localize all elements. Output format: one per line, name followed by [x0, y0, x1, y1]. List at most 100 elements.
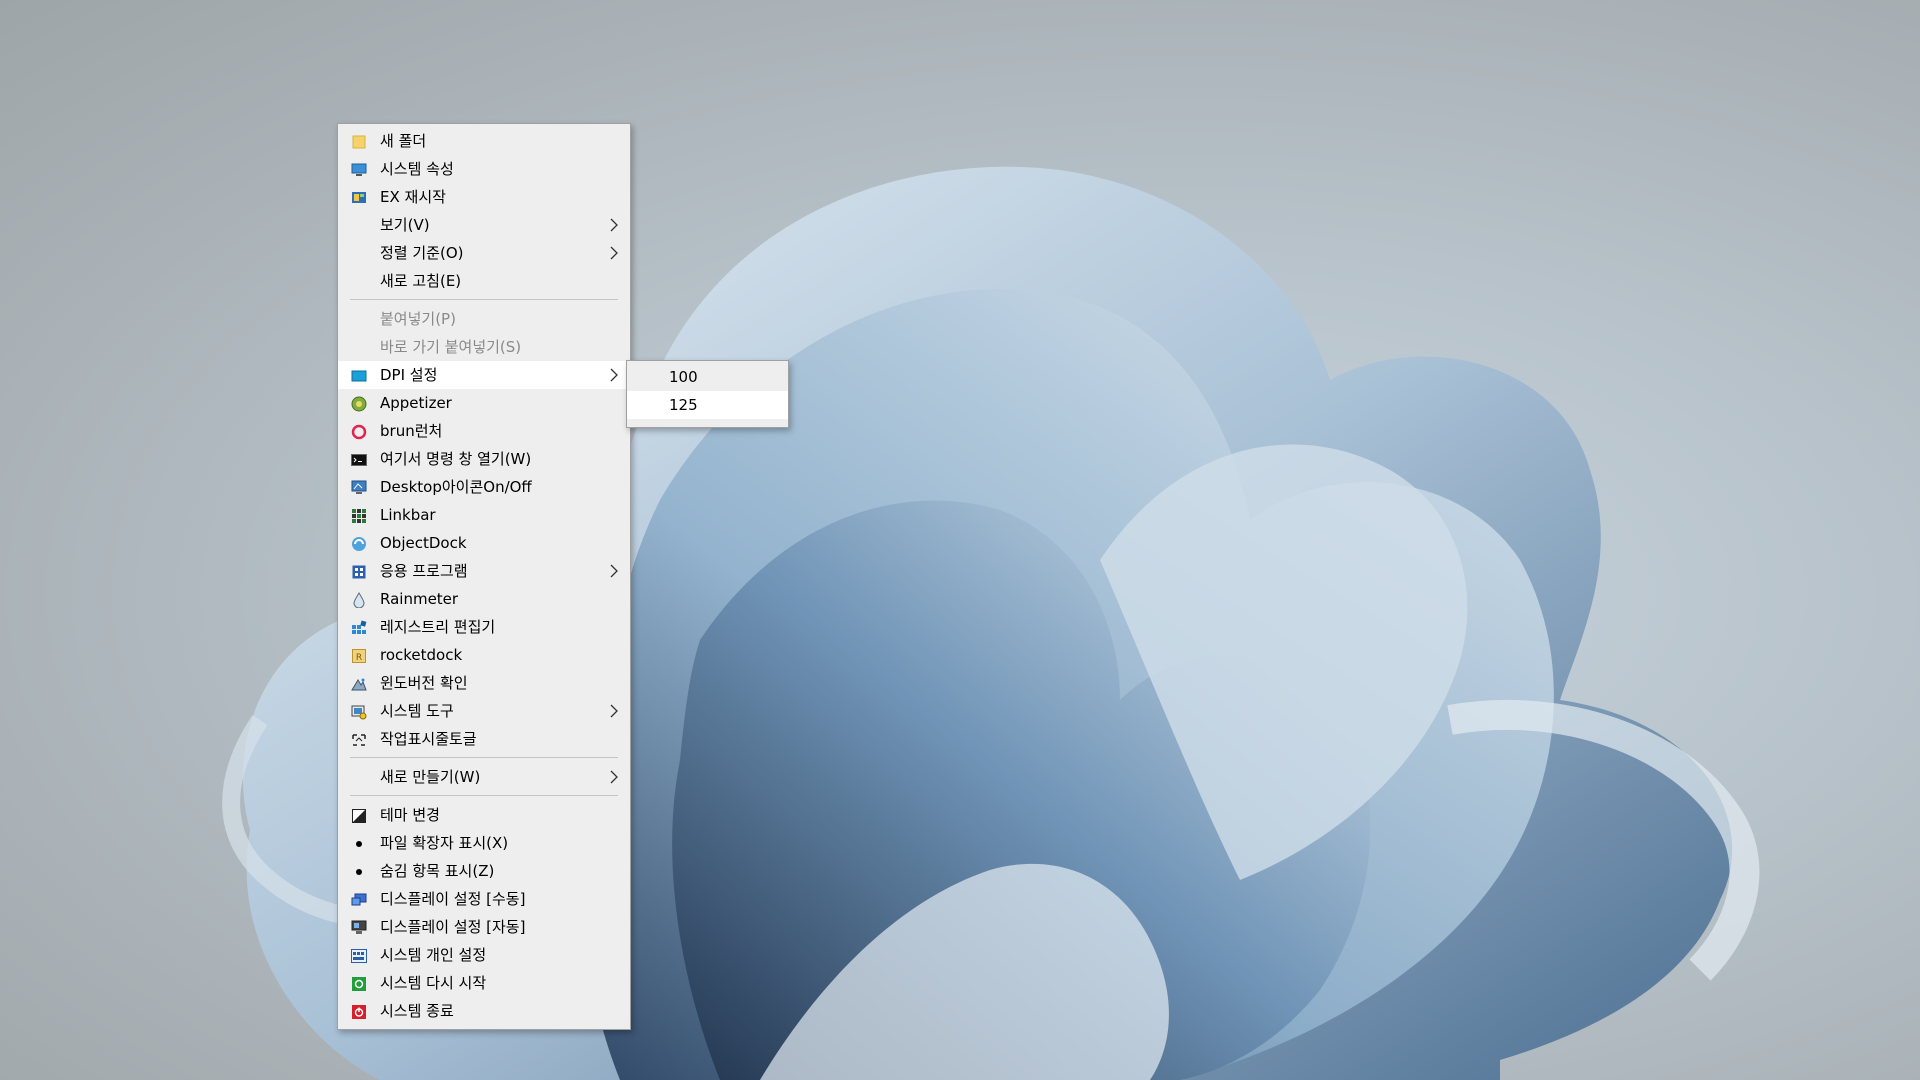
- menu-item-paste-shortcut: 바로 가기 붙여넣기(S): [338, 333, 630, 361]
- menu-item-applications[interactable]: 응용 프로그램: [338, 557, 630, 585]
- winver-icon: [351, 676, 367, 691]
- menu-item-label: 바로 가기 붙여넣기(S): [380, 338, 522, 356]
- menu-item-objectdock[interactable]: ObjectDock: [338, 529, 630, 557]
- svg-text:R: R: [356, 653, 362, 663]
- rocketdock-icon: R: [351, 648, 367, 663]
- chevron-right-icon: [608, 211, 620, 239]
- chevron-right-icon: [608, 361, 620, 389]
- system-tools-icon: [351, 704, 367, 719]
- chevron-right-icon: [608, 557, 620, 585]
- menu-item-system-restart[interactable]: 시스템 다시 시작: [338, 969, 630, 997]
- menu-item-rainmeter[interactable]: Rainmeter: [338, 585, 630, 613]
- menu-item-label: 디스플레이 설정 [수동]: [380, 890, 526, 908]
- menu-item-label: 작업표시줄토글: [380, 730, 477, 748]
- menu-item-label: 붙여넣기(P): [380, 310, 456, 328]
- linkbar-icon: [351, 508, 367, 523]
- menu-item-label: Linkbar: [380, 506, 436, 524]
- menu-item-new[interactable]: 새로 만들기(W): [338, 763, 630, 791]
- menu-item-taskbar-toggle[interactable]: 작업표시줄토글: [338, 725, 630, 753]
- menu-item-system-tools[interactable]: 시스템 도구: [338, 697, 630, 725]
- menu-item-label: 시스템 다시 시작: [380, 974, 487, 992]
- menu-item-ex-restart[interactable]: EX 재시작: [338, 183, 630, 211]
- theme-icon: [351, 808, 367, 823]
- menu-item-new-folder[interactable]: 새 폴더: [338, 127, 630, 155]
- menu-item-label: 시스템 종료: [380, 1002, 454, 1020]
- bullet-icon: [351, 836, 367, 851]
- dpi-icon: [351, 368, 367, 383]
- menu-item-label: 새로 만들기(W): [380, 768, 481, 786]
- desktop-context-menu: 새 폴더 시스템 속성 EX 재시작 보기(V) 정렬 기준(O) 새로 고침(…: [337, 123, 631, 1030]
- brun-icon: [351, 424, 367, 439]
- menu-item-label: 정렬 기준(O): [380, 244, 464, 262]
- appetizer-icon: [351, 396, 367, 411]
- menu-item-label: 시스템 개인 설정: [380, 946, 487, 964]
- menu-item-label: 파일 확장자 표시(X): [380, 834, 509, 852]
- menu-item-label: 디스플레이 설정 [자동]: [380, 918, 526, 936]
- menu-item-label: 시스템 도구: [380, 702, 454, 720]
- apps-icon: [351, 564, 367, 579]
- cmd-icon: [351, 452, 367, 467]
- menu-item-display-settings-auto[interactable]: 디스플레이 설정 [자동]: [338, 913, 630, 941]
- menu-item-label: 보기(V): [380, 216, 430, 234]
- menu-item-sort-by[interactable]: 정렬 기준(O): [338, 239, 630, 267]
- menu-separator: [350, 795, 618, 796]
- menu-item-label: 여기서 명령 창 열기(W): [380, 450, 532, 468]
- dpi-option-label: 100: [669, 368, 698, 386]
- restart-icon: [351, 976, 367, 991]
- menu-item-label: EX 재시작: [380, 188, 446, 206]
- menu-item-show-file-extensions[interactable]: 파일 확장자 표시(X): [338, 829, 630, 857]
- menu-item-view[interactable]: 보기(V): [338, 211, 630, 239]
- menu-item-label: ObjectDock: [380, 534, 467, 552]
- dpi-submenu: 100 125: [626, 360, 789, 428]
- menu-item-label: 윈도버전 확인: [380, 674, 468, 692]
- menu-item-linkbar[interactable]: Linkbar: [338, 501, 630, 529]
- menu-item-label: 레지스트리 편집기: [380, 618, 496, 636]
- chevron-right-icon: [608, 239, 620, 267]
- menu-item-label: rocketdock: [380, 646, 463, 664]
- menu-item-personalization[interactable]: 시스템 개인 설정: [338, 941, 630, 969]
- menu-separator: [350, 299, 618, 300]
- objectdock-icon: [351, 536, 367, 551]
- menu-item-label: Rainmeter: [380, 590, 459, 608]
- menu-item-appetizer[interactable]: Appetizer: [338, 389, 630, 417]
- menu-item-dpi-settings[interactable]: DPI 설정: [338, 361, 630, 389]
- taskbar-toggle-icon: [351, 732, 367, 747]
- menu-item-label: 테마 변경: [380, 806, 440, 824]
- menu-item-label: 숨김 항목 표시(Z): [380, 862, 495, 880]
- menu-item-system-shutdown[interactable]: 시스템 종료: [338, 997, 630, 1025]
- monitor-icon: [351, 162, 367, 177]
- menu-item-label: DPI 설정: [380, 366, 438, 384]
- rainmeter-icon: [351, 591, 367, 608]
- menu-item-brun-launcher[interactable]: brun런처: [338, 417, 630, 445]
- display-auto-icon: [351, 920, 367, 935]
- menu-item-show-hidden-items[interactable]: 숨김 항목 표시(Z): [338, 857, 630, 885]
- menu-item-winver[interactable]: 윈도버전 확인: [338, 669, 630, 697]
- personalize-icon: [351, 948, 367, 963]
- menu-item-refresh[interactable]: 새로 고침(E): [338, 267, 630, 295]
- dpi-option-125[interactable]: 125: [627, 391, 788, 419]
- regedit-icon: [351, 620, 367, 635]
- menu-item-open-cmd[interactable]: 여기서 명령 창 열기(W): [338, 445, 630, 473]
- menu-item-label: Desktop아이콘On/Off: [380, 478, 532, 496]
- menu-item-label: 새로 고침(E): [380, 272, 462, 290]
- menu-item-label: 응용 프로그램: [380, 562, 468, 580]
- menu-item-change-theme[interactable]: 테마 변경: [338, 801, 630, 829]
- menu-item-rocketdock[interactable]: R rocketdock: [338, 641, 630, 669]
- menu-item-label: 시스템 속성: [380, 160, 454, 178]
- menu-item-label: brun런처: [380, 422, 443, 440]
- menu-item-label: 새 폴더: [380, 132, 427, 150]
- bullet-icon: [351, 864, 367, 879]
- menu-item-display-settings-manual[interactable]: 디스플레이 설정 [수동]: [338, 885, 630, 913]
- explorer-restart-icon: [351, 190, 367, 205]
- menu-item-registry-editor[interactable]: 레지스트리 편집기: [338, 613, 630, 641]
- shutdown-icon: [351, 1004, 367, 1019]
- dpi-option-100[interactable]: 100: [627, 363, 788, 391]
- menu-separator: [350, 757, 618, 758]
- chevron-right-icon: [608, 697, 620, 725]
- menu-item-desktop-icon-toggle[interactable]: Desktop아이콘On/Off: [338, 473, 630, 501]
- folder-icon: [351, 134, 367, 149]
- chevron-right-icon: [608, 763, 620, 791]
- desktop-wallpaper: [222, 166, 1760, 1080]
- menu-item-system-properties[interactable]: 시스템 속성: [338, 155, 630, 183]
- dpi-option-label: 125: [669, 396, 698, 414]
